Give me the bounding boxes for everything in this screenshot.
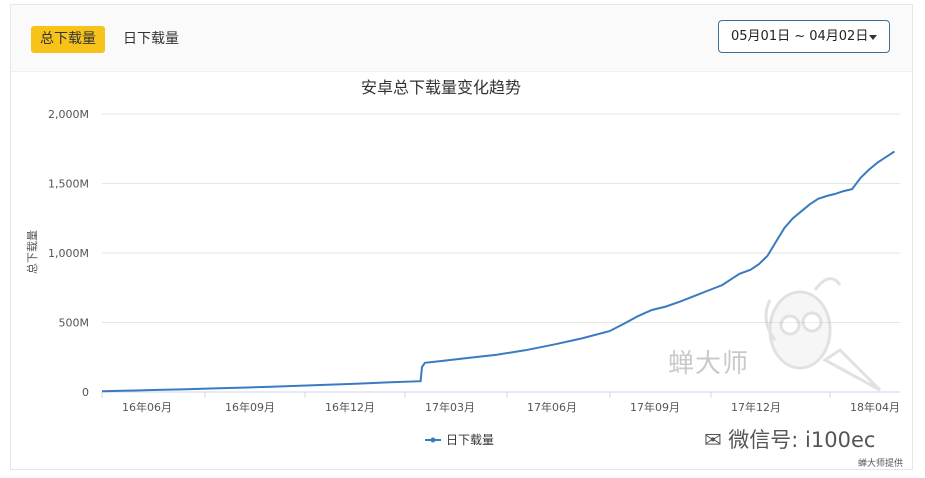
series-line [101, 150, 895, 393]
x-tick-label: 16年09月 [225, 400, 275, 414]
x-tick-label: 18年04月 [850, 400, 900, 414]
chart-title: 安卓总下载量变化趋势 [361, 78, 521, 97]
x-tick-label: 17年06月 [527, 400, 577, 414]
legend-item-label[interactable]: 日下载量 [446, 433, 494, 447]
watermark-brand: 蝉大师 [668, 349, 750, 379]
y-tick-label: 500M [59, 317, 90, 330]
x-tick-label: 17年12月 [731, 400, 781, 414]
x-tick-label: 17年09月 [630, 400, 680, 414]
x-tick-label: 16年06月 [122, 400, 172, 414]
y-tick-label: 1,500M [48, 178, 89, 191]
x-tick-label: 16年12月 [325, 400, 375, 414]
x-tick-label: 17年03月 [425, 400, 475, 414]
line-chart: 安卓总下载量变化趋势 0 500M 1,000M 1,500M 2,000M 16年06… [25, 78, 900, 447]
legend-marker [430, 437, 436, 443]
y-tick-label: 0 [82, 386, 89, 399]
y-tick-label: 1,000M [48, 247, 89, 260]
y-axis-label: 总下载量 [25, 230, 39, 274]
wechat-icon: ✉ [704, 428, 722, 452]
credit-note: 蝉大师提供 [857, 459, 903, 469]
wechat-id: ✉ 微信号: i100ec [704, 424, 875, 454]
insect-logo-icon [764, 277, 882, 392]
wechat-label: 微信号: i100ec [728, 428, 876, 452]
y-tick-label: 2,000M [48, 108, 89, 121]
